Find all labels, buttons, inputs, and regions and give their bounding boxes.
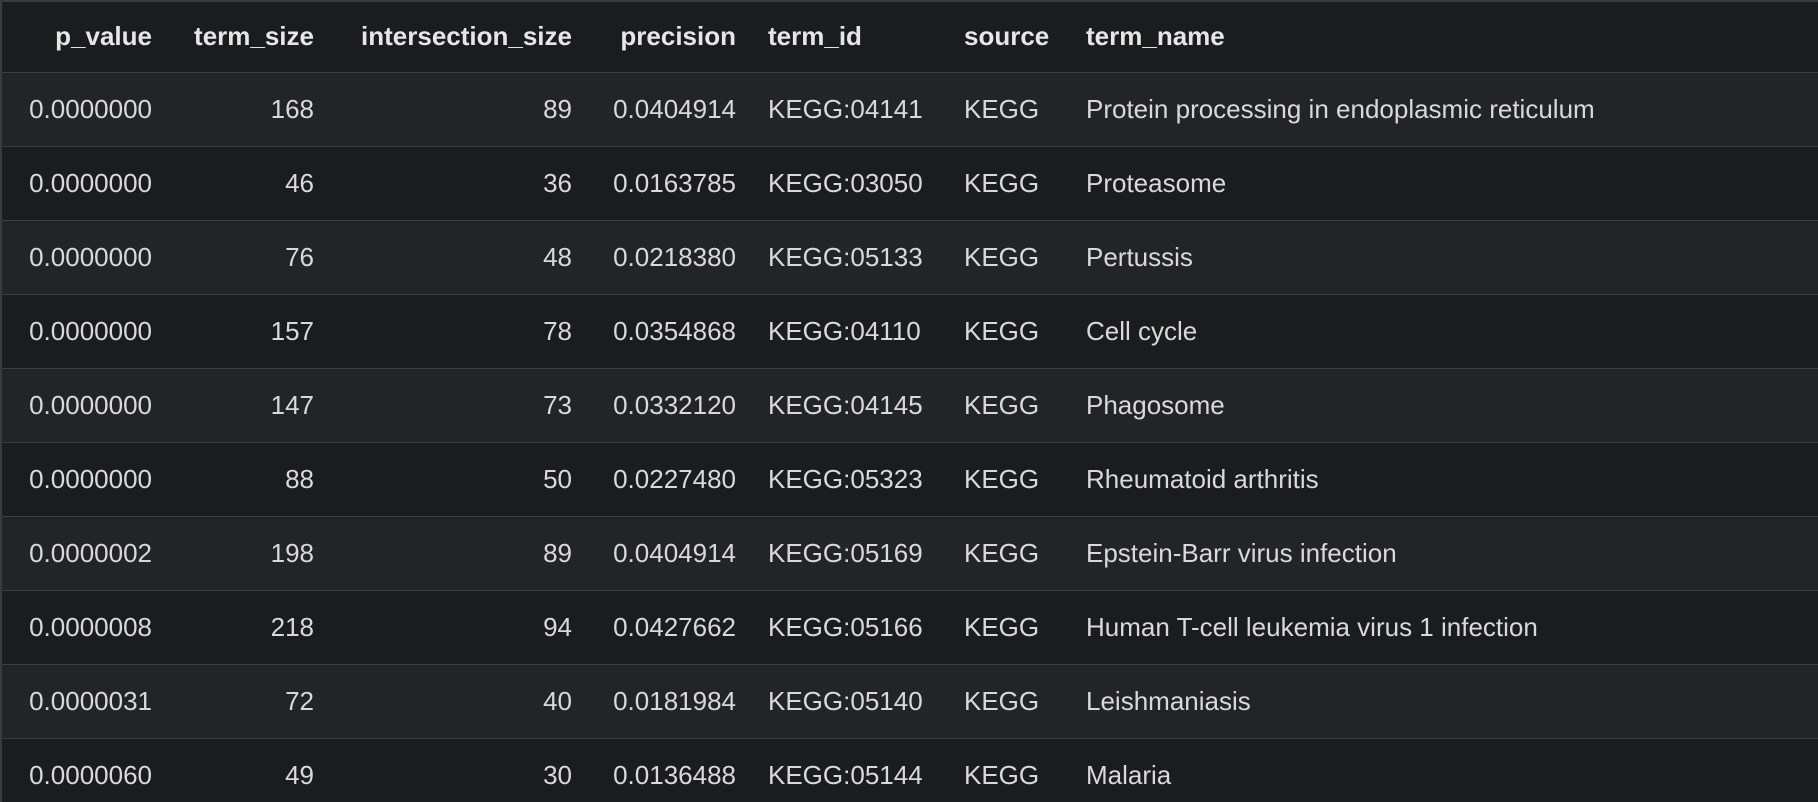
cell-term-name: Pertussis	[1086, 241, 1193, 272]
cell-term-name: Protein processing in endoplasmic reticu…	[1086, 93, 1595, 124]
cell-p-value: 0.0000000	[29, 167, 152, 198]
cell-term-size: 168	[270, 93, 314, 124]
table-header: p_value term_size intersection_size prec…	[2, 2, 1818, 72]
cell-term-size: 46	[285, 167, 314, 198]
cell-intersection-size: 40	[543, 685, 572, 716]
cell-precision: 0.0427662	[613, 611, 736, 642]
cell-term-name: Rheumatoid arthritis	[1086, 463, 1319, 494]
cell-intersection-size: 78	[543, 315, 572, 346]
column-header-source[interactable]: source	[948, 2, 1070, 72]
cell-term-name: Cell cycle	[1086, 315, 1198, 346]
cell-source: KEGG	[964, 389, 1040, 420]
cell-source: KEGG	[964, 167, 1040, 198]
cell-term-name: Leishmaniasis	[1086, 685, 1251, 716]
cell-source: KEGG	[964, 537, 1040, 568]
cell-term-size: 49	[285, 759, 314, 790]
column-header-term-id[interactable]: term_id	[752, 2, 948, 72]
cell-intersection-size: 89	[543, 93, 572, 124]
cell-p-value: 0.0000000	[29, 463, 152, 494]
cell-p-value: 0.0000031	[29, 685, 152, 716]
cell-term-id: KEGG:05169	[768, 537, 923, 568]
column-header-intersection-size[interactable]: intersection_size	[330, 2, 588, 72]
cell-term-name: Human T-cell leukemia virus 1 infection	[1086, 611, 1538, 642]
cell-precision: 0.0181984	[613, 685, 736, 716]
table-row[interactable]: 0.0000000 88 50 0.0227480 KEGG:05323 KEGG Rheu…	[2, 442, 1818, 516]
cell-source: KEGG	[964, 315, 1040, 346]
results-table-container: p_value term_size intersection_size prec…	[0, 0, 1818, 802]
cell-source: KEGG	[964, 685, 1040, 716]
cell-term-size: 157	[270, 315, 314, 346]
table-row[interactable]: 0.0000000 147 73 0.0332120 KEGG:04145 KEGG Pha…	[2, 368, 1818, 442]
cell-term-size: 218	[270, 611, 314, 642]
cell-precision: 0.0218380	[613, 241, 736, 272]
cell-intersection-size: 73	[543, 389, 572, 420]
table-row[interactable]: 0.0000000 76 48 0.0218380 KEGG:05133 KEGG Pert…	[2, 220, 1818, 294]
table-row[interactable]: 0.0000000 46 36 0.0163785 KEGG:03050 KEGG Prot…	[2, 146, 1818, 220]
cell-intersection-size: 30	[543, 759, 572, 790]
cell-intersection-size: 89	[543, 537, 572, 568]
cell-precision: 0.0404914	[613, 93, 736, 124]
cell-precision: 0.0332120	[613, 389, 736, 420]
cell-term-name: Proteasome	[1086, 167, 1227, 198]
cell-term-id: KEGG:05133	[768, 241, 923, 272]
results-table: p_value term_size intersection_size prec…	[2, 2, 1818, 802]
cell-source: KEGG	[964, 93, 1040, 124]
cell-p-value: 0.0000060	[29, 759, 152, 790]
cell-term-id: KEGG:05323	[768, 463, 923, 494]
table-row[interactable]: 0.0000002 198 89 0.0404914 KEGG:05169 KEGG Eps…	[2, 516, 1818, 590]
cell-term-size: 88	[285, 463, 314, 494]
table-row[interactable]: 0.0000000 157 78 0.0354868 KEGG:04110 KEGG Cel…	[2, 294, 1818, 368]
cell-source: KEGG	[964, 611, 1040, 642]
cell-term-id: KEGG:04141	[768, 93, 923, 124]
cell-precision: 0.0136488	[613, 759, 736, 790]
cell-term-size: 76	[285, 241, 314, 272]
cell-term-name: Phagosome	[1086, 389, 1225, 420]
cell-p-value: 0.0000002	[29, 537, 152, 568]
cell-p-value: 0.0000008	[29, 611, 152, 642]
cell-p-value: 0.0000000	[29, 315, 152, 346]
cell-intersection-size: 36	[543, 167, 572, 198]
cell-term-size: 147	[270, 389, 314, 420]
table-row[interactable]: 0.0000060 49 30 0.0136488 KEGG:05144 KEGG Mala…	[2, 738, 1818, 802]
cell-precision: 0.0227480	[613, 463, 736, 494]
cell-precision: 0.0404914	[613, 537, 736, 568]
cell-term-id: KEGG:05144	[768, 759, 923, 790]
cell-term-id: KEGG:03050	[768, 167, 923, 198]
column-header-p-value[interactable]: p_value	[2, 2, 168, 72]
cell-p-value: 0.0000000	[29, 241, 152, 272]
cell-precision: 0.0354868	[613, 315, 736, 346]
cell-term-id: KEGG:05166	[768, 611, 923, 642]
cell-intersection-size: 50	[543, 463, 572, 494]
table-row[interactable]: 0.0000008 218 94 0.0427662 KEGG:05166 KEGG Hum…	[2, 590, 1818, 664]
cell-intersection-size: 94	[543, 611, 572, 642]
cell-intersection-size: 48	[543, 241, 572, 272]
table-row[interactable]: 0.0000031 72 40 0.0181984 KEGG:05140 KEGG Leis…	[2, 664, 1818, 738]
header-row: p_value term_size intersection_size prec…	[2, 2, 1818, 72]
table-row[interactable]: 0.0000000 168 89 0.0404914 KEGG:04141 KEGG Pro…	[2, 72, 1818, 146]
column-header-term-name[interactable]: term_name	[1070, 2, 1818, 72]
cell-precision: 0.0163785	[613, 167, 736, 198]
table-body: 0.0000000 168 89 0.0404914 KEGG:04141 KEGG Pro…	[2, 72, 1818, 802]
cell-term-name: Epstein-Barr virus infection	[1086, 537, 1397, 568]
cell-term-id: KEGG:05140	[768, 685, 923, 716]
cell-source: KEGG	[964, 759, 1040, 790]
cell-source: KEGG	[964, 241, 1040, 272]
column-header-term-size[interactable]: term_size	[168, 2, 330, 72]
cell-source: KEGG	[964, 463, 1040, 494]
cell-term-name: Malaria	[1086, 759, 1172, 790]
cell-p-value: 0.0000000	[29, 389, 152, 420]
cell-term-id: KEGG:04110	[768, 315, 921, 346]
cell-p-value: 0.0000000	[29, 93, 152, 124]
column-header-precision[interactable]: precision	[588, 2, 752, 72]
cell-term-size: 72	[285, 685, 314, 716]
cell-term-id: KEGG:04145	[768, 389, 923, 420]
cell-term-size: 198	[270, 537, 314, 568]
